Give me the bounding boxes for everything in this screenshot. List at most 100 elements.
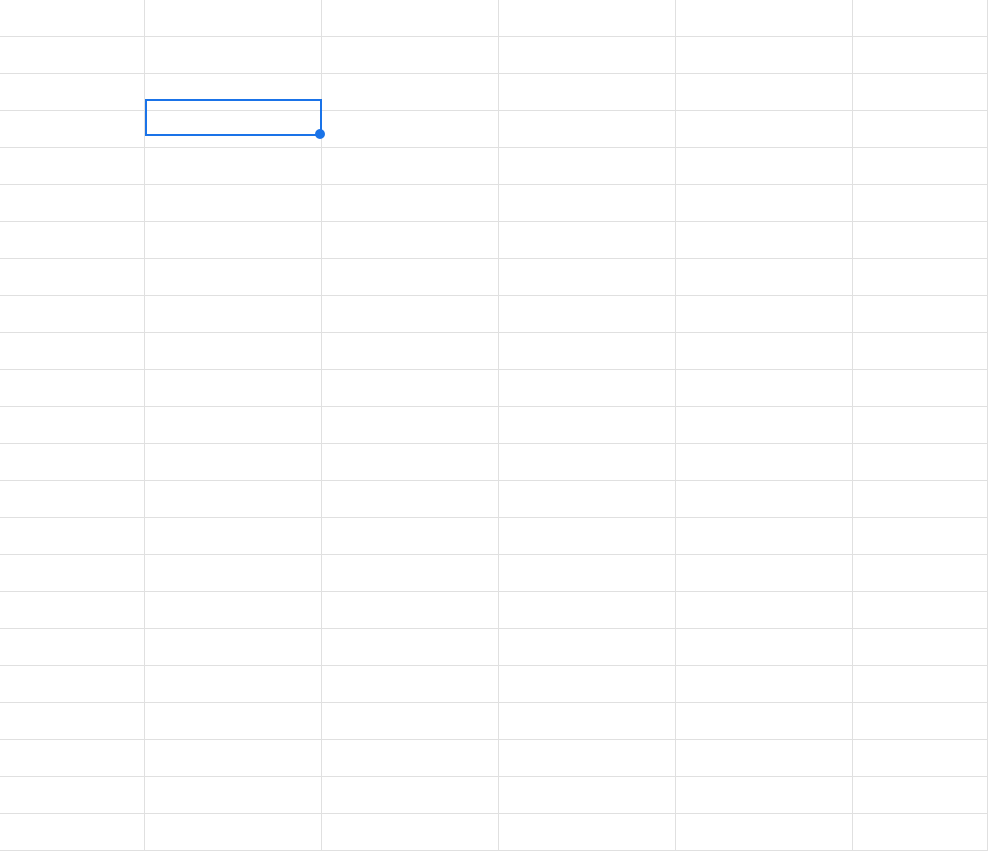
grid-cell[interactable]	[322, 111, 499, 147]
grid-cell[interactable]	[499, 111, 676, 147]
grid-cell[interactable]	[853, 0, 988, 36]
grid-cell[interactable]	[499, 370, 676, 406]
grid-cell[interactable]	[676, 703, 853, 739]
grid-cell[interactable]	[853, 259, 988, 295]
grid-cell[interactable]	[0, 666, 145, 702]
grid-cell[interactable]	[853, 518, 988, 554]
grid-cell[interactable]	[499, 185, 676, 221]
grid-cell[interactable]	[676, 0, 853, 36]
grid-cell[interactable]	[322, 259, 499, 295]
grid-cell[interactable]	[676, 407, 853, 443]
fill-handle[interactable]	[315, 129, 325, 139]
grid-cell[interactable]	[145, 37, 322, 73]
grid-cell[interactable]	[322, 370, 499, 406]
grid-cell[interactable]	[853, 666, 988, 702]
grid-cell[interactable]	[145, 814, 322, 850]
grid-cell[interactable]	[853, 333, 988, 369]
grid-cell[interactable]	[499, 481, 676, 517]
grid-cell[interactable]	[676, 259, 853, 295]
grid-cell[interactable]	[145, 629, 322, 665]
grid-cell[interactable]	[322, 703, 499, 739]
grid-cell[interactable]	[322, 444, 499, 480]
grid-cell[interactable]	[0, 555, 145, 591]
grid-cell[interactable]	[0, 185, 145, 221]
grid-cell[interactable]	[853, 148, 988, 184]
grid-cell[interactable]	[676, 740, 853, 776]
grid-cell[interactable]	[145, 592, 322, 628]
grid-cell[interactable]	[0, 370, 145, 406]
grid-cell[interactable]	[145, 740, 322, 776]
grid-cell[interactable]	[145, 0, 322, 36]
spreadsheet-grid[interactable]	[0, 0, 988, 834]
grid-cell[interactable]	[499, 0, 676, 36]
grid-cell[interactable]	[853, 740, 988, 776]
grid-cell[interactable]	[676, 666, 853, 702]
grid-cell[interactable]	[853, 777, 988, 813]
grid-cell[interactable]	[0, 296, 145, 332]
grid-cell[interactable]	[322, 407, 499, 443]
grid-cell[interactable]	[145, 777, 322, 813]
grid-cell[interactable]	[0, 518, 145, 554]
grid-cell[interactable]	[145, 111, 322, 147]
grid-cell[interactable]	[145, 555, 322, 591]
grid-cell[interactable]	[853, 407, 988, 443]
grid-cell[interactable]	[676, 814, 853, 850]
grid-cell[interactable]	[853, 74, 988, 110]
grid-cell[interactable]	[499, 259, 676, 295]
grid-cell[interactable]	[853, 296, 988, 332]
grid-cell[interactable]	[499, 740, 676, 776]
grid-cell[interactable]	[0, 0, 145, 36]
grid-cell[interactable]	[853, 814, 988, 850]
grid-cell[interactable]	[322, 740, 499, 776]
grid-cell[interactable]	[853, 703, 988, 739]
grid-cell[interactable]	[676, 444, 853, 480]
grid-cell[interactable]	[322, 777, 499, 813]
grid-cell[interactable]	[322, 37, 499, 73]
grid-cell[interactable]	[676, 555, 853, 591]
grid-cell[interactable]	[499, 814, 676, 850]
grid-cell[interactable]	[499, 666, 676, 702]
grid-cell[interactable]	[322, 555, 499, 591]
grid-cell[interactable]	[676, 148, 853, 184]
grid-cell[interactable]	[322, 148, 499, 184]
grid-cell[interactable]	[853, 370, 988, 406]
grid-cell[interactable]	[676, 74, 853, 110]
grid-cell[interactable]	[322, 592, 499, 628]
grid-cell[interactable]	[499, 555, 676, 591]
grid-cell[interactable]	[853, 444, 988, 480]
grid-cell[interactable]	[0, 740, 145, 776]
grid-cell[interactable]	[145, 222, 322, 258]
grid-cell[interactable]	[322, 518, 499, 554]
grid-cell[interactable]	[676, 37, 853, 73]
grid-cell[interactable]	[145, 518, 322, 554]
grid-cell[interactable]	[145, 74, 322, 110]
grid-cell[interactable]	[145, 185, 322, 221]
grid-cell[interactable]	[676, 481, 853, 517]
grid-cell[interactable]	[676, 777, 853, 813]
grid-cell[interactable]	[676, 333, 853, 369]
grid-cell[interactable]	[853, 111, 988, 147]
grid-cell[interactable]	[853, 222, 988, 258]
grid-cell[interactable]	[499, 592, 676, 628]
grid-cell[interactable]	[322, 185, 499, 221]
grid-cell[interactable]	[322, 629, 499, 665]
grid-cell[interactable]	[499, 703, 676, 739]
grid-cell[interactable]	[0, 407, 145, 443]
grid-cell[interactable]	[853, 481, 988, 517]
grid-cell[interactable]	[0, 629, 145, 665]
grid-cell[interactable]	[676, 518, 853, 554]
grid-cell[interactable]	[853, 555, 988, 591]
grid-cell[interactable]	[145, 481, 322, 517]
grid-cell[interactable]	[499, 148, 676, 184]
grid-cell[interactable]	[0, 814, 145, 850]
grid-cell[interactable]	[676, 185, 853, 221]
grid-cell[interactable]	[853, 592, 988, 628]
grid-cell[interactable]	[145, 407, 322, 443]
grid-cell[interactable]	[0, 222, 145, 258]
grid-cell[interactable]	[499, 222, 676, 258]
grid-cell[interactable]	[499, 296, 676, 332]
grid-cell[interactable]	[499, 629, 676, 665]
grid-cell[interactable]	[499, 777, 676, 813]
grid-cell[interactable]	[853, 629, 988, 665]
grid-cell[interactable]	[676, 370, 853, 406]
